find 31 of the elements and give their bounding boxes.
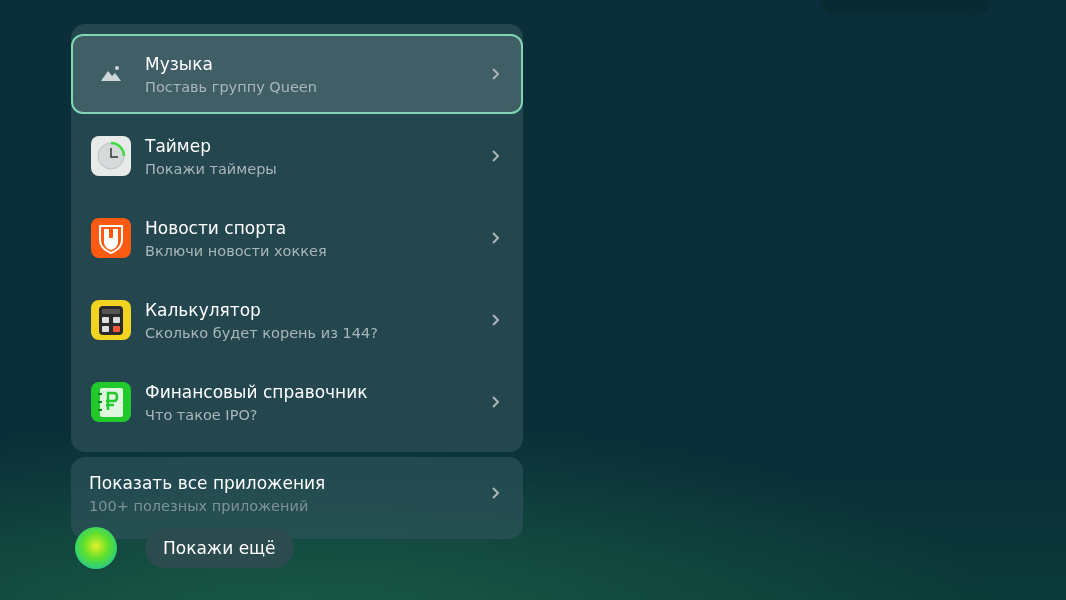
all-apps-count: 100+ полезных приложений bbox=[89, 497, 310, 514]
app-example: Поставь группу Queen bbox=[145, 78, 318, 95]
ruble-notebook-icon bbox=[91, 382, 131, 422]
chevron-icon bbox=[492, 314, 499, 326]
app-title: Новости спорта bbox=[145, 217, 288, 238]
clock-icon bbox=[91, 136, 131, 176]
all-apps-item[interactable]: Показать все приложения 100+ полезных приложений bbox=[71, 457, 523, 539]
app-example: Сколько будет корень из 144? bbox=[145, 324, 379, 341]
app-title: Калькулятор bbox=[145, 299, 262, 320]
image-placeholder-icon bbox=[100, 65, 122, 83]
chevron-icon bbox=[492, 232, 499, 244]
app-example: Что такое IPO? bbox=[145, 406, 259, 423]
app-item[interactable]: Финансовый справочник Что такое IPO? bbox=[71, 362, 523, 442]
chevron-icon bbox=[492, 150, 499, 162]
chevron-icon bbox=[492, 487, 499, 499]
app-item[interactable]: Таймер Покажи таймеры bbox=[71, 116, 523, 196]
app-example: Покажи таймеры bbox=[145, 160, 278, 177]
app-item[interactable]: Музыка Поставь группу Queen bbox=[71, 34, 523, 114]
assistant-orb-icon[interactable] bbox=[75, 527, 117, 569]
app-title: Таймер bbox=[145, 135, 212, 156]
all-apps-title: Показать все приложения bbox=[89, 472, 327, 493]
shield-icon bbox=[91, 218, 131, 258]
app-item[interactable]: Новости спорта Включи новости хоккея bbox=[71, 198, 523, 278]
app-title: Музыка bbox=[145, 53, 214, 74]
app-example: Включи новости хоккея bbox=[145, 242, 328, 259]
suggestion-button[interactable]: Покажи ещё bbox=[145, 528, 294, 568]
app-title: Финансовый справочник bbox=[145, 381, 369, 402]
chevron-icon bbox=[492, 396, 499, 408]
chevron-icon bbox=[492, 68, 499, 80]
app-item[interactable]: Калькулятор Сколько будет корень из 144? bbox=[71, 280, 523, 360]
calculator-icon bbox=[91, 300, 131, 340]
